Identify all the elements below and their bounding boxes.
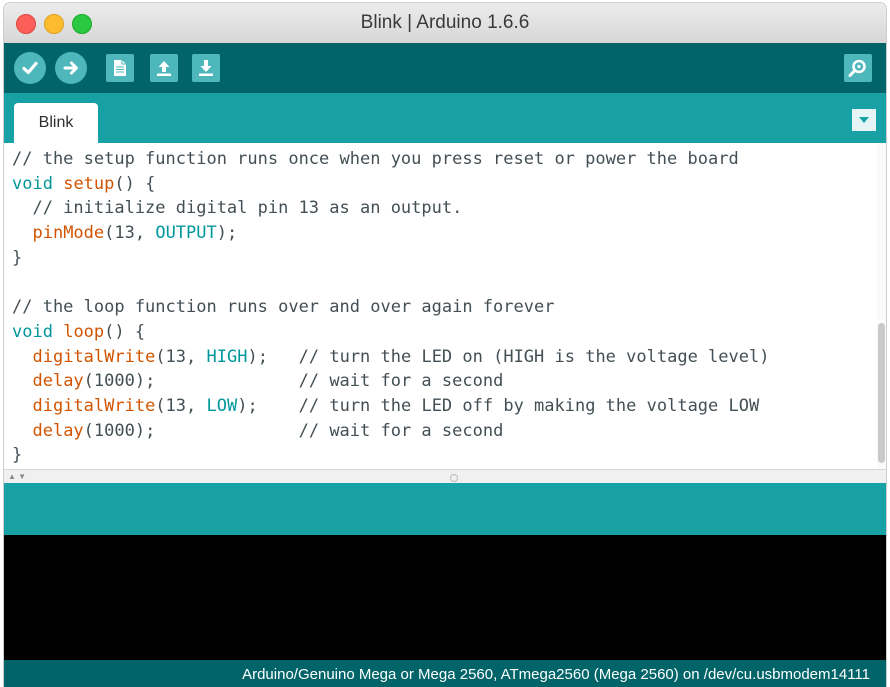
- tab-bar: Blink: [4, 93, 886, 143]
- open-sketch-button[interactable]: [150, 54, 178, 82]
- code-token: () {: [114, 173, 156, 194]
- code-function: digitalWrite: [32, 346, 156, 367]
- console-output[interactable]: [4, 535, 886, 660]
- code-token: (13,: [155, 346, 207, 367]
- code-function: delay: [32, 371, 84, 392]
- code-token: }: [12, 247, 23, 268]
- code-token: (13,: [155, 396, 207, 417]
- code-keyword: OUTPUT: [155, 223, 217, 244]
- code-text[interactable]: // the setup function runs once when you…: [12, 147, 769, 468]
- code-function: pinMode: [32, 223, 105, 244]
- code-token: );: [247, 346, 299, 367]
- upload-button[interactable]: [55, 52, 87, 84]
- code-line: delay(1000); // wait for a second: [12, 369, 769, 394]
- code-editor[interactable]: // the setup function runs once when you…: [4, 143, 886, 469]
- code-function: loop: [63, 321, 105, 342]
- code-line: pinMode(13, OUTPUT);: [12, 221, 769, 246]
- up-arrow-icon: [157, 61, 171, 76]
- code-line: void loop() {: [12, 320, 769, 345]
- tab-blink[interactable]: Blink: [14, 103, 98, 143]
- serial-monitor-button[interactable]: [844, 54, 872, 82]
- code-line: // the setup function runs once when you…: [12, 147, 769, 172]
- code-token: (1000);: [83, 371, 299, 392]
- ide-window: Blink | Arduino 1.6.6 Blink // the setup…: [4, 3, 886, 687]
- code-keyword: LOW: [206, 396, 238, 417]
- code-line: ​: [12, 271, 769, 296]
- code-function: digitalWrite: [32, 396, 156, 417]
- code-token: (13,: [104, 223, 156, 244]
- editor-scrollbar-thumb[interactable]: [878, 323, 885, 463]
- editor-scrollbar[interactable]: [877, 143, 886, 469]
- code-function: delay: [32, 420, 84, 441]
- code-line: delay(1000); // wait for a second: [12, 419, 769, 444]
- code-line: digitalWrite(13, LOW); // turn the LED o…: [12, 394, 769, 419]
- save-sketch-button[interactable]: [192, 54, 220, 82]
- code-comment: // the setup function runs once when you…: [12, 149, 739, 169]
- code-comment: // turn the LED off by making the voltag…: [298, 396, 760, 417]
- code-comment: // the loop function runs over and over …: [12, 297, 555, 318]
- code-comment: // turn the LED on (HIGH is the voltage …: [298, 346, 770, 367]
- new-sketch-button[interactable]: [106, 54, 134, 82]
- board-status: Arduino/Genuino Mega or Mega 2560, ATmeg…: [242, 666, 870, 683]
- code-comment: // wait for a second: [298, 371, 504, 392]
- toolbar: [4, 43, 886, 93]
- tab-menu-button[interactable]: [852, 109, 876, 131]
- verify-button[interactable]: [14, 52, 46, 84]
- down-arrow-icon: [199, 60, 213, 76]
- status-bar: Arduino/Genuino Mega or Mega 2560, ATmeg…: [4, 660, 886, 687]
- new-document-icon: [114, 60, 126, 76]
- code-token: }: [12, 445, 23, 466]
- code-token: );: [216, 223, 238, 244]
- code-keyword: void: [12, 321, 53, 342]
- code-keyword: HIGH: [206, 346, 248, 367]
- pane-divider[interactable]: ▲ ▼: [4, 469, 886, 484]
- window-title: Blink | Arduino 1.6.6: [360, 12, 530, 33]
- code-line: // the loop function runs over and over …: [12, 295, 769, 320]
- divider-handle-icon[interactable]: [450, 474, 458, 482]
- code-function: setup: [63, 173, 115, 194]
- code-line: }: [12, 246, 769, 271]
- code-line: // initialize digital pin 13 as an outpu…: [12, 196, 769, 221]
- checkmark-icon: [22, 61, 38, 75]
- title-bar[interactable]: Blink | Arduino 1.6.6: [4, 3, 886, 44]
- code-comment: // wait for a second: [298, 420, 504, 441]
- code-token: (1000);: [83, 420, 299, 441]
- message-area: [4, 483, 886, 535]
- code-keyword: void: [12, 173, 53, 194]
- code-comment: // initialize digital pin 13 as an outpu…: [12, 198, 463, 219]
- collapse-arrows-icon[interactable]: ▲ ▼: [8, 470, 26, 484]
- code-line: }: [12, 443, 769, 468]
- code-line: void setup() {: [12, 172, 769, 197]
- code-token: );: [237, 396, 299, 417]
- triangle-down-icon: [859, 117, 869, 123]
- right-arrow-icon: [63, 61, 78, 75]
- code-line: digitalWrite(13, HIGH); // turn the LED …: [12, 345, 769, 370]
- magnifier-icon: [848, 59, 866, 77]
- code-token: () {: [104, 321, 146, 342]
